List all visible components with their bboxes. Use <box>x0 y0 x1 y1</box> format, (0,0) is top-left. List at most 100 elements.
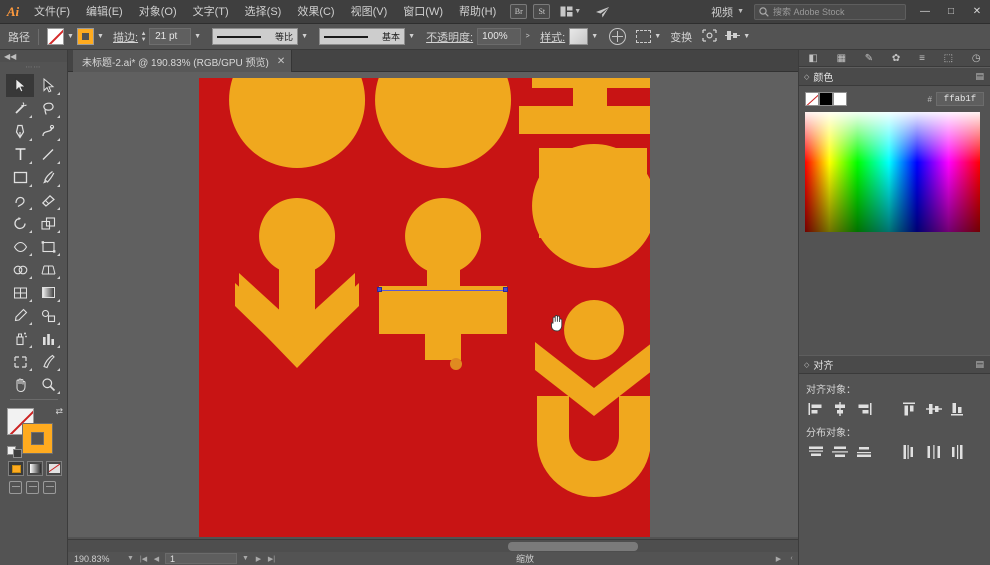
stroke-swatch-orange[interactable] <box>22 423 53 454</box>
menu-select[interactable]: 选择(S) <box>237 0 290 24</box>
align-panel-menu-icon[interactable]: ▤ <box>975 359 984 370</box>
anchor-point-right[interactable] <box>503 287 508 292</box>
type-tool[interactable] <box>6 143 34 166</box>
blend-tool[interactable] <box>34 304 62 327</box>
prev-artboard-icon[interactable]: ◀ <box>150 555 163 563</box>
last-artboard-icon[interactable]: ▶| <box>265 555 278 563</box>
transform-panel-icon[interactable]: ⬚ <box>944 53 953 64</box>
stroke-weight-input[interactable]: 21 pt <box>149 28 192 45</box>
color-panel-collapse-icon[interactable]: ◇ <box>804 73 809 81</box>
menu-window[interactable]: 窗口(W) <box>395 0 451 24</box>
align-horizontal-center-button[interactable] <box>829 400 850 418</box>
status-chevron-icon[interactable]: ‹ <box>785 555 798 562</box>
fill-color-swatch[interactable] <box>47 28 64 45</box>
artboard-tool[interactable] <box>6 350 34 373</box>
menu-view[interactable]: 视图(V) <box>343 0 396 24</box>
align-panel-header[interactable]: ◇ 对齐 ▤ <box>799 355 990 374</box>
transform-label[interactable]: 变换 <box>670 29 692 45</box>
toolbar-collapse-button[interactable]: ◀◀ <box>0 50 67 62</box>
color-mode-solid[interactable] <box>8 461 24 476</box>
shape-builder-tool[interactable] <box>6 258 34 281</box>
distribute-vertical-center-button[interactable] <box>829 443 850 461</box>
distribute-left-button[interactable] <box>899 443 920 461</box>
first-artboard-icon[interactable]: |◀ <box>137 555 150 563</box>
stroke-weight-chevron-down-icon[interactable]: ▼ <box>191 28 204 45</box>
eyedropper-tool[interactable] <box>6 304 34 327</box>
distribute-bottom-button[interactable] <box>853 443 874 461</box>
artboard-chevron-down-icon[interactable]: ▼ <box>239 555 252 562</box>
menu-effect[interactable]: 效果(C) <box>289 0 342 24</box>
swatches-panel-icon[interactable]: ▦ <box>837 53 846 64</box>
stroke-color-swatch[interactable] <box>77 28 94 45</box>
direct-selection-tool[interactable] <box>34 74 62 97</box>
artboard-number-input[interactable]: 1 <box>165 553 237 564</box>
anchor-point-left[interactable] <box>377 287 382 292</box>
brushes-panel-icon[interactable]: ✎ <box>865 53 873 64</box>
menu-help[interactable]: 帮助(H) <box>451 0 504 24</box>
menu-object[interactable]: 对象(O) <box>131 0 185 24</box>
color-panel-icon[interactable]: ◧ <box>808 53 817 64</box>
document-tab[interactable]: 未标题-2.ai* @ 190.83% (RGB/GPU 预览) ✕ <box>73 50 293 72</box>
rotate-tool[interactable] <box>6 212 34 235</box>
gradient-tool[interactable] <box>34 281 62 304</box>
align-to-icon[interactable] <box>725 29 741 45</box>
menu-edit[interactable]: 编辑(E) <box>78 0 131 24</box>
select-similar-icon[interactable] <box>636 30 652 43</box>
color-mode-gradient[interactable] <box>27 461 43 476</box>
maximize-button[interactable]: □ <box>938 0 964 24</box>
screen-mode-full-menu[interactable] <box>26 481 39 494</box>
next-artboard-icon[interactable]: ▶ <box>252 555 265 563</box>
hex-color-input[interactable]: ffab1f <box>936 92 984 106</box>
opacity-expand-icon[interactable]: > <box>521 28 534 45</box>
mesh-tool[interactable] <box>6 281 34 304</box>
stock-search-input[interactable]: 搜索 Adobe Stock <box>754 3 906 20</box>
stroke-weight-label[interactable]: 描边: <box>113 29 138 45</box>
line-segment-tool[interactable] <box>34 143 62 166</box>
stroke-weight-stepper[interactable]: ▲ ▼ <box>138 28 149 45</box>
distribute-horizontal-center-button[interactable] <box>923 443 944 461</box>
color-none-swatch[interactable] <box>805 92 819 106</box>
select-similar-chevron-down-icon[interactable]: ▼ <box>651 28 664 45</box>
perspective-grid-tool[interactable] <box>34 258 62 281</box>
curvature-tool[interactable] <box>34 120 62 143</box>
color-spectrum-picker[interactable] <box>805 112 980 232</box>
isolate-selected-object-icon[interactable] <box>702 28 717 45</box>
align-chevron-down-icon[interactable]: ▼ <box>740 28 753 45</box>
layers-panel-icon[interactable]: ≡ <box>919 53 925 64</box>
arrange-chevron-down-icon[interactable]: ▼ <box>574 8 581 15</box>
color-panel-menu-icon[interactable]: ▤ <box>975 71 984 82</box>
width-tool[interactable] <box>6 235 34 258</box>
opacity-label[interactable]: 不透明度: <box>426 29 473 45</box>
workspace-chevron-down-icon[interactable]: ▼ <box>737 8 744 15</box>
align-top-button[interactable] <box>899 400 920 418</box>
distribute-top-button[interactable] <box>805 443 826 461</box>
color-white-swatch[interactable] <box>833 92 847 106</box>
slice-tool[interactable] <box>34 350 62 373</box>
lasso-tool[interactable] <box>34 97 62 120</box>
pen-tool[interactable] <box>6 120 34 143</box>
align-panel-collapse-icon[interactable]: ◇ <box>804 361 809 369</box>
menu-file[interactable]: 文件(F) <box>26 0 78 24</box>
distribute-right-button[interactable] <box>947 443 968 461</box>
column-graph-tool[interactable] <box>34 327 62 350</box>
horizontal-scroll-thumb[interactable] <box>508 542 638 551</box>
status-play-icon[interactable]: ▶ <box>772 555 785 563</box>
recolor-artwork-icon[interactable] <box>609 28 627 45</box>
align-bottom-button[interactable] <box>947 400 968 418</box>
screen-mode-full[interactable] <box>43 481 56 494</box>
eraser-tool[interactable] <box>34 189 62 212</box>
color-black-swatch[interactable] <box>819 92 833 106</box>
arrange-documents-icon[interactable] <box>560 6 573 17</box>
default-fill-stroke-icon[interactable] <box>7 446 22 458</box>
publish-online-icon[interactable] <box>595 6 610 18</box>
color-mode-none[interactable] <box>46 461 62 476</box>
zoom-level-value[interactable]: 190.83% <box>68 554 124 564</box>
align-vertical-center-button[interactable] <box>923 400 944 418</box>
screen-mode-normal[interactable] <box>9 481 22 494</box>
style-label[interactable]: 样式: <box>540 29 565 45</box>
hand-tool[interactable] <box>6 373 34 396</box>
opacity-input[interactable]: 100% <box>477 28 522 45</box>
color-panel-header[interactable]: ◇ 颜色 ▤ <box>799 67 990 86</box>
zoom-chevron-down-icon[interactable]: ▼ <box>124 555 137 562</box>
stock-button[interactable]: St <box>533 4 551 19</box>
